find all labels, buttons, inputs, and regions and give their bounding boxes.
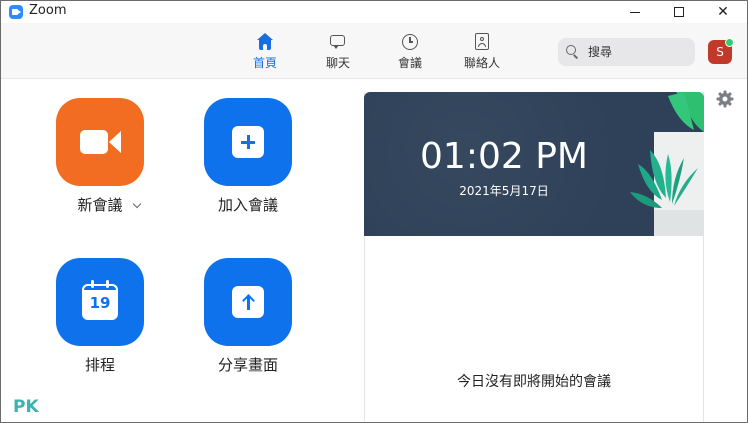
minimize-icon bbox=[630, 11, 640, 13]
clock-date: 2021年5月17日 bbox=[459, 184, 549, 198]
tab-contacts[interactable]: 聯絡人 bbox=[452, 33, 512, 75]
calendar-day: 19 bbox=[89, 294, 111, 312]
clock-time: 01:02 PM bbox=[420, 136, 588, 177]
chat-icon bbox=[329, 33, 347, 51]
join-meeting-label: 加入會議 bbox=[217, 196, 278, 214]
tab-chat-label: 聊天 bbox=[325, 56, 350, 70]
watermark-logo: PK bbox=[13, 397, 39, 417]
join-meeting-button[interactable]: 加入會議 bbox=[188, 98, 308, 215]
zoom-logo-icon bbox=[9, 5, 23, 19]
upload-arrow-icon bbox=[232, 286, 264, 318]
join-meeting-tile[interactable] bbox=[204, 98, 292, 186]
share-screen-label: 分享畫面 bbox=[217, 356, 278, 374]
close-icon: ✕ bbox=[717, 4, 729, 20]
maximize-button[interactable] bbox=[657, 1, 701, 23]
tab-chat[interactable]: 聊天 bbox=[308, 33, 368, 75]
window-title: Zoom bbox=[29, 3, 67, 18]
schedule-button[interactable]: 19 排程 bbox=[40, 258, 160, 375]
no-upcoming-meetings-text: 今日沒有即將開始的會議 bbox=[457, 374, 611, 390]
contacts-icon bbox=[473, 33, 491, 51]
search-box[interactable] bbox=[558, 38, 695, 66]
maximize-icon bbox=[674, 7, 684, 17]
new-meeting-tile[interactable] bbox=[56, 98, 144, 186]
tab-meetings-label: 會議 bbox=[397, 56, 422, 70]
top-navigation: 首頁 聊天 會議 聯絡人 S bbox=[1, 23, 747, 79]
search-icon bbox=[566, 45, 580, 59]
new-meeting-label: 新會議 bbox=[77, 196, 123, 214]
schedule-tile[interactable]: 19 bbox=[56, 258, 144, 346]
share-screen-button[interactable]: 分享畫面 bbox=[188, 258, 308, 375]
tab-meetings[interactable]: 會議 bbox=[380, 33, 440, 75]
search-input[interactable] bbox=[588, 45, 688, 59]
online-status-dot bbox=[725, 38, 734, 47]
tab-home[interactable]: 首頁 bbox=[235, 33, 295, 75]
plant-illustration bbox=[630, 92, 704, 236]
new-meeting-button[interactable]: 新會議 bbox=[40, 98, 160, 215]
clock-icon bbox=[401, 33, 419, 51]
tab-contacts-label: 聯絡人 bbox=[463, 56, 500, 70]
share-screen-tile[interactable] bbox=[204, 258, 292, 346]
schedule-label: 排程 bbox=[84, 356, 115, 374]
settings-gear-icon[interactable] bbox=[716, 90, 734, 108]
zoom-window: Zoom ✕ 首頁 聊天 會議 聯絡人 搜尋 S 新會議 加入會議 19 排程 … bbox=[0, 0, 748, 423]
minimize-button[interactable] bbox=[613, 1, 657, 23]
tab-home-label: 首頁 bbox=[252, 56, 277, 70]
home-icon bbox=[256, 33, 274, 51]
plus-icon bbox=[232, 126, 264, 158]
title-bar: Zoom ✕ bbox=[1, 1, 747, 23]
clock-banner: 01:02 PM 2021年5月17日 bbox=[364, 92, 704, 236]
close-button[interactable]: ✕ bbox=[701, 1, 745, 23]
watermark-text: PK bbox=[13, 397, 39, 417]
calendar-icon: 19 bbox=[82, 280, 118, 320]
